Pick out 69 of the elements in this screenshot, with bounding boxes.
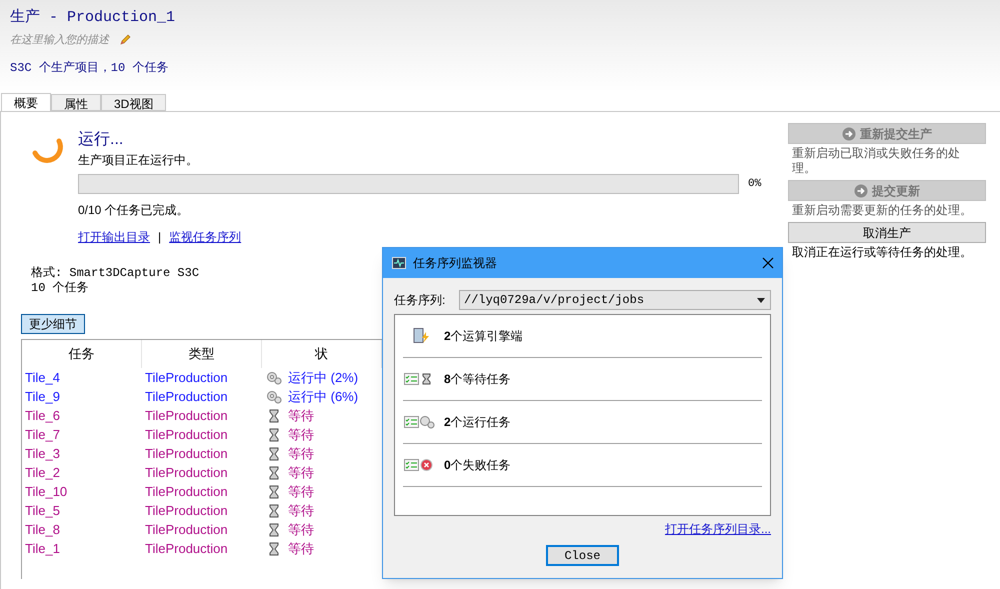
details-button[interactable]: 更少细节 bbox=[21, 314, 85, 334]
table-cell-text: TileProduction bbox=[144, 426, 229, 444]
table-cell-text: Tile_3 bbox=[24, 444, 61, 463]
arrow-circle-icon bbox=[842, 126, 856, 140]
status-message: 生产项目正在运行中。 bbox=[78, 152, 199, 169]
tab[interactable]: 概要 bbox=[1, 93, 51, 112]
table-cell-text: TileProduction bbox=[144, 406, 229, 425]
pulse-icon bbox=[392, 257, 406, 269]
summary-item: 8个等待任务 bbox=[444, 371, 511, 388]
tab[interactable]: 属性 bbox=[51, 94, 101, 111]
table-cell-text: 等待 bbox=[288, 406, 314, 425]
column-header[interactable]: 任务 bbox=[22, 340, 142, 368]
table-cell-text: TileProduction bbox=[144, 502, 229, 520]
action-description: 取消正在运行或等待任务的处理。 bbox=[791, 245, 973, 260]
list-gears-icon bbox=[404, 414, 436, 430]
table-cell-text: Tile_6 bbox=[24, 406, 61, 425]
close-button[interactable]: Close bbox=[546, 545, 619, 566]
pencil-icon[interactable] bbox=[119, 34, 131, 46]
queue-label: 任务序列: bbox=[394, 292, 446, 309]
close-icon[interactable] bbox=[762, 257, 774, 269]
table-cell-text: TileProduction bbox=[144, 368, 229, 387]
dialog-title: 任务序列监视器 bbox=[413, 255, 498, 272]
action-description: 重新启动已取消或失败任务的处理。 bbox=[791, 146, 961, 176]
table-cell-text: 等待 bbox=[288, 482, 314, 501]
table-cell-text: 运行中 (2%) bbox=[288, 368, 358, 387]
status-heading: 运行... bbox=[78, 130, 124, 150]
table-cell-text: TileProduction bbox=[144, 520, 229, 539]
table-cell-text: TileProduction bbox=[144, 464, 229, 482]
table-cell-text: 等待 bbox=[288, 464, 314, 482]
production-title: 生产 - Production_1 bbox=[10, 8, 176, 28]
table-cell-text: Tile_10 bbox=[24, 482, 68, 501]
table-cell-text: TileProduction bbox=[144, 388, 229, 406]
queue-folder-link[interactable]: 打开任务序列目录... bbox=[664, 520, 771, 538]
gears-icon bbox=[266, 390, 282, 404]
table-cell-text: TileProduction bbox=[144, 482, 229, 501]
table-cell-text: Tile_8 bbox=[24, 520, 61, 539]
link-separator: | bbox=[158, 229, 162, 246]
table-cell-text: TileProduction bbox=[144, 540, 229, 558]
queue-dropdown[interactable]: //lyq0729a/v/project/jobs bbox=[459, 290, 771, 310]
action-description: 重新启动需要更新的任务的处理。 bbox=[791, 203, 973, 218]
column-header[interactable]: 类型 bbox=[142, 340, 262, 368]
link[interactable]: 打开输出目录 bbox=[78, 228, 150, 246]
action-button[interactable]: 取消生产 bbox=[788, 222, 986, 243]
progress-percent: 0% bbox=[748, 176, 762, 192]
table-cell-text: 运行中 (6%) bbox=[288, 388, 358, 406]
table-cell-text: 等待 bbox=[288, 444, 314, 463]
summary-item: 2个运行任务 bbox=[444, 414, 511, 431]
summary-item: 0个失败任务 bbox=[444, 457, 511, 474]
table-cell-text: 等待 bbox=[288, 502, 314, 520]
caret-icon bbox=[757, 298, 765, 302]
summary-item: 2个运算引擎端 bbox=[444, 328, 523, 345]
table-cell-text: Tile_5 bbox=[24, 502, 61, 520]
table-cell-text: 等待 bbox=[288, 426, 314, 444]
table-cell-text: Tile_9 bbox=[24, 388, 61, 406]
production-summary: S3C 个生产项目，10 个任务 bbox=[10, 60, 170, 76]
gears-icon bbox=[266, 370, 282, 384]
table-cell-text: Tile_2 bbox=[24, 464, 61, 482]
tab[interactable]: 3D视图 bbox=[101, 94, 166, 111]
arrow-circle-icon bbox=[854, 184, 868, 198]
task-count: 10 个任务 bbox=[31, 281, 90, 296]
link[interactable]: 监视任务序列 bbox=[169, 228, 242, 246]
table-cell-text: Tile_4 bbox=[24, 368, 61, 387]
format-text: 格式: Smart3DCapture S3C bbox=[31, 266, 200, 281]
table-cell-text: 等待 bbox=[288, 520, 314, 539]
completed-count: 0/10 个任务已完成。 bbox=[78, 202, 190, 219]
table-cell-text: Tile_7 bbox=[24, 426, 61, 444]
table-cell-text: Tile_1 bbox=[24, 540, 61, 558]
table-cell-text: 等待 bbox=[288, 540, 314, 558]
table-cell-text: TileProduction bbox=[144, 444, 229, 463]
